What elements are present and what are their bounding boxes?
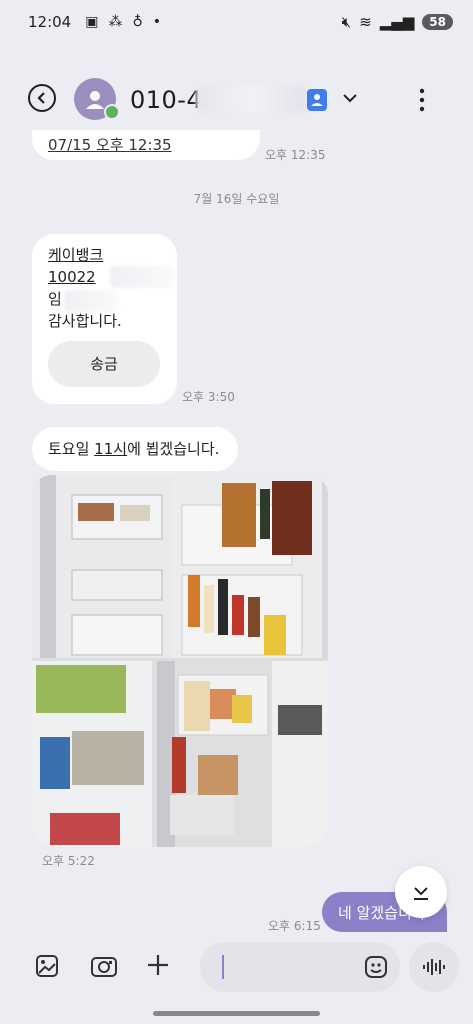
screenshot-icon: ▣	[85, 14, 99, 30]
contact-name[interactable]: 010-4	[130, 86, 202, 114]
message-text-part: 토요일	[48, 440, 95, 458]
text-caret	[222, 955, 224, 979]
plus-icon[interactable]	[146, 953, 170, 977]
chevron-down-icon[interactable]	[342, 90, 358, 106]
more-options-icon[interactable]	[412, 86, 432, 114]
gallery-icon[interactable]	[34, 953, 60, 979]
time-link[interactable]: 11시	[94, 440, 127, 458]
status-time: 12:04	[28, 13, 72, 31]
home-indicator	[153, 1011, 320, 1016]
redacted-account	[110, 266, 174, 288]
message-timestamp: 오후 3:50	[182, 390, 235, 404]
date-separator: 7월 16일 수요일	[193, 192, 280, 206]
message-timestamp: 오후 12:35	[265, 148, 326, 162]
signal-icon: ▂▄▆	[379, 13, 415, 31]
grid-icon: ⁂	[108, 14, 123, 30]
person-icon	[86, 91, 104, 109]
message-text[interactable]: 07/15 오후 12:35	[48, 136, 172, 154]
message-bubble[interactable]: 토요일 11시에 뵙겠습니다.	[32, 427, 238, 471]
back-arrow-icon	[37, 92, 45, 104]
back-button[interactable]	[28, 84, 56, 112]
scroll-to-bottom-button[interactable]	[395, 866, 447, 918]
camera-icon[interactable]	[90, 953, 118, 979]
ring-icon: ♁	[132, 14, 143, 30]
online-status-dot	[104, 104, 120, 120]
wifi-icon: ≋	[359, 13, 372, 31]
battery-indicator: 58	[422, 14, 453, 30]
message-bubble[interactable]: 케이뱅크 10022 임 감사합니다. 송금	[32, 234, 177, 404]
composer-bar	[0, 938, 473, 998]
transfer-button[interactable]: 송금	[48, 341, 160, 387]
voice-record-button[interactable]	[409, 942, 459, 992]
redacted-number	[196, 86, 306, 112]
message-timestamp: 오후 6:15	[268, 919, 321, 933]
mute-icon: 🔇︎	[341, 13, 352, 31]
message-line[interactable]: 케이뱅크	[48, 244, 161, 266]
redacted-name	[64, 290, 118, 312]
photo-attachment[interactable]	[32, 475, 328, 847]
message-bubble[interactable]: 07/15 오후 12:35	[32, 130, 260, 160]
chevron-down-icon	[414, 887, 428, 900]
message-timestamp: 오후 5:22	[42, 854, 95, 868]
message-text-part: 에 뵙겠습니다.	[127, 440, 220, 458]
conversation-header: 010-4	[0, 72, 473, 128]
message-line: 감사합니다.	[48, 312, 122, 330]
refrigerator-photo	[32, 475, 328, 847]
message-input[interactable]	[200, 942, 400, 992]
contact-card-icon[interactable]	[307, 89, 327, 111]
sticker-icon[interactable]	[364, 955, 388, 979]
dot-icon: •	[152, 14, 161, 30]
waveform-icon	[423, 959, 445, 975]
status-bar: 12:04 ▣ ⁂ ♁ • 🔇︎ ≋ ▂▄▆ 58	[0, 0, 473, 44]
